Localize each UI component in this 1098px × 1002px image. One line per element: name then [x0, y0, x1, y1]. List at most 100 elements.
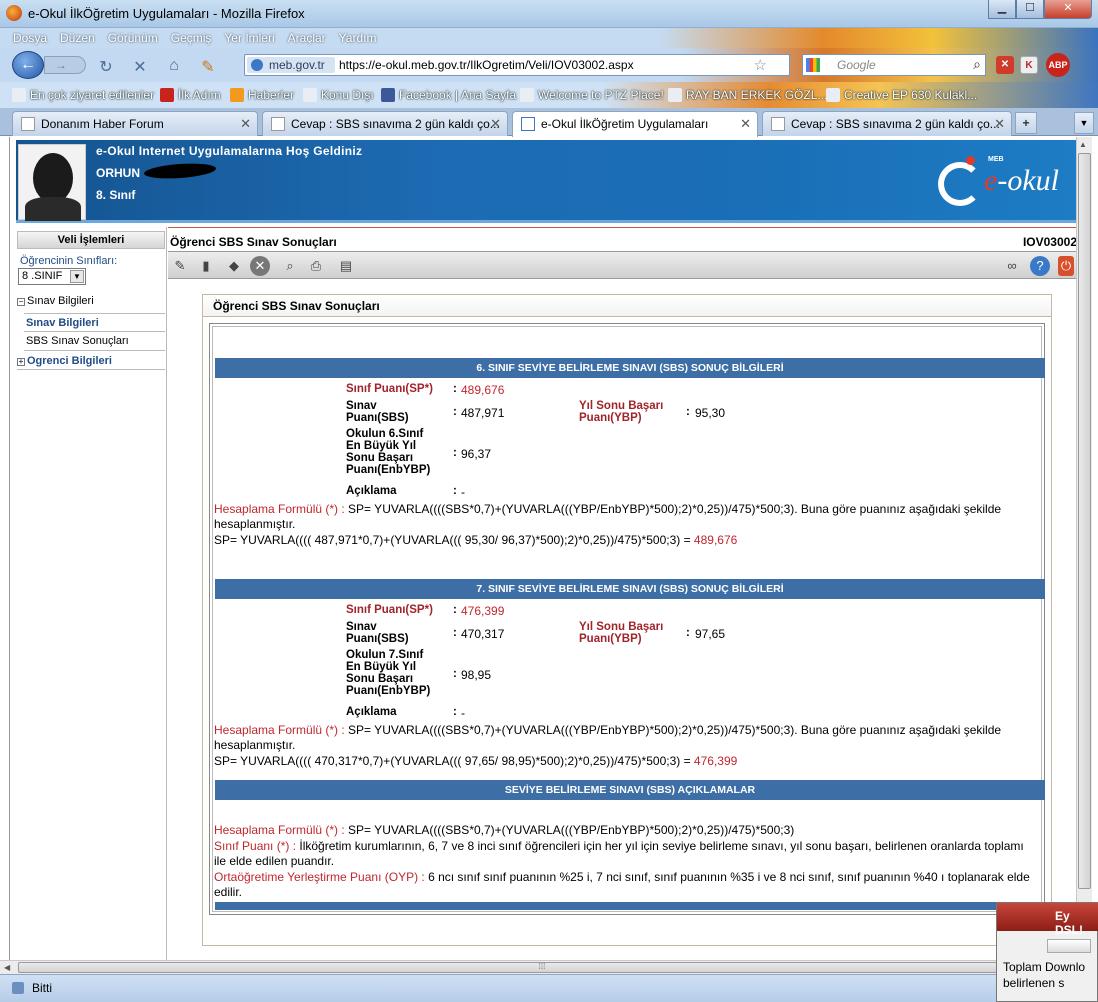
panel-inner: 6. SINIF SEVİYE BELİRLEME SINAVI (SBS) S…	[212, 326, 1045, 912]
expand-icon[interactable]: +	[17, 358, 25, 366]
maximize-button[interactable]: ☐	[1016, 0, 1044, 19]
menu-dosya[interactable]: Dosya	[13, 31, 47, 45]
horizontal-scrollbar[interactable]: ◀ ⁞⁞⁞	[0, 960, 1076, 974]
bookmark-icon	[303, 88, 317, 102]
bookmark-item[interactable]: Facebook | Ana Sayfa	[381, 88, 516, 102]
aciklama-value: -	[461, 485, 465, 499]
vertical-scroll-thumb[interactable]	[1078, 153, 1091, 889]
delete-icon[interactable]: ▮	[196, 256, 216, 276]
menu-gorunum[interactable]: Görünüm	[108, 31, 158, 45]
menu-ogrenci-bilgileri[interactable]: + Ogrenci Bilgileri	[17, 355, 165, 367]
menu-yer-imleri[interactable]: Yer İmleri	[224, 31, 274, 45]
bookmark-item[interactable]: RAY-BAN ERKEK GÖZL...	[668, 88, 827, 102]
chevron-down-icon[interactable]: ▼	[70, 270, 84, 283]
close-tab-icon[interactable]: ✕	[240, 116, 251, 132]
close-tab-icon[interactable]: ✕	[994, 116, 1005, 132]
edit-icon[interactable]: ✎	[170, 256, 190, 276]
bookmark-item[interactable]: Creative EP 630 Kulakl...	[826, 88, 977, 102]
menu-yardim[interactable]: Yardım	[339, 31, 377, 45]
menu-sinav-bilgileri[interactable]: − Sınav Bilgileri	[17, 295, 165, 307]
aciklama-label: Açıklama	[346, 485, 397, 497]
formula-text: Hesaplama Formülü (*) : SP= YUVARLA((((S…	[214, 723, 1002, 752]
tab-sbs-cevap-2[interactable]: Cevap : SBS sınavıma 2 gün kaldı ço... ✕	[762, 111, 1012, 136]
stop-icon[interactable]: ✕	[130, 57, 150, 77]
menu-araclar[interactable]: Araçlar	[288, 31, 326, 45]
site-banner: e-Okul Internet Uygulamalarına Hoş Geldi…	[16, 140, 1076, 223]
tab-favicon	[21, 117, 35, 131]
menu-gecmis[interactable]: Geçmiş	[171, 31, 212, 45]
window-title: e-Okul İlkÖğretim Uygulamaları - Mozilla…	[28, 6, 305, 21]
sbs-label: Sınav Puanı(SBS)	[346, 400, 409, 424]
notification-popup[interactable]: Ey DSL! Toplam Downlo belirlenen s	[996, 902, 1098, 1002]
sidebar-item-sbs-sonuclari[interactable]: SBS Sınav Sonuçları	[24, 332, 165, 351]
back-button[interactable]: ←	[12, 51, 44, 79]
popup-button[interactable]	[1047, 939, 1091, 953]
panel-footer-bar	[215, 902, 1045, 910]
cancel-icon[interactable]: ✕	[250, 256, 270, 276]
bookmark-item[interactable]: En çok ziyaret edilenler	[12, 88, 154, 102]
close-window-button[interactable]: ✕	[1044, 0, 1092, 19]
bookmark-star-icon[interactable]: ☆	[754, 56, 767, 74]
welcome-text: e-Okul Internet Uygulamalarına Hoş Geldi…	[96, 144, 363, 158]
bookmark-item[interactable]: Konu Dışı	[303, 88, 374, 102]
logout-icon[interactable]: ⏻	[1058, 256, 1074, 276]
class-select[interactable]: 8 .SINIF ▼	[18, 268, 86, 285]
note-oyp: Ortaöğretime Yerleştirme Puanı (OYP) : 6…	[214, 870, 1030, 899]
vertical-scrollbar[interactable]: ▲ ▼	[1076, 137, 1092, 960]
new-tab-button[interactable]: +	[1015, 112, 1037, 134]
window-titlebar[interactable]: e-Okul İlkÖğretim Uygulamaları - Mozilla…	[0, 0, 1098, 28]
menu-duzen[interactable]: Düzen	[60, 31, 95, 45]
action-toolbar: ✎ ▮ ◆ ✕ ⌕ ⎙ ▤ ∞ ? ⏻	[168, 251, 1077, 279]
home-icon[interactable]: ⌂	[164, 57, 184, 75]
student-name: ORHUN	[96, 166, 140, 180]
search-icon[interactable]: ⌕	[973, 56, 981, 73]
class-select-label: Öğrencinin Sınıfları:	[20, 255, 118, 267]
pencil-icon[interactable]: ✎	[198, 57, 218, 77]
sbs-value: 470,317	[461, 627, 505, 641]
bookmark-item[interactable]: Haberler	[230, 88, 294, 102]
tab-donanim-haber[interactable]: Donanım Haber Forum ✕	[12, 111, 258, 136]
close-tab-icon[interactable]: ✕	[490, 116, 501, 132]
clear-icon[interactable]: ◆	[224, 256, 244, 276]
forward-button[interactable]: →	[44, 56, 86, 74]
search-placeholder: Google	[837, 58, 876, 72]
popup-title: Ey DSL!	[997, 903, 1098, 937]
print-icon[interactable]: ⎙	[306, 256, 326, 276]
ybp-label: Yıl Sonu Başarı Puanı(YBP)	[579, 621, 664, 645]
bookmark-icon	[826, 88, 840, 102]
sidebar-item-sinav-bilgileri[interactable]: Sınav Bilgileri	[24, 313, 165, 332]
divider	[17, 369, 165, 370]
help-icon[interactable]: ?	[1030, 256, 1050, 276]
sidebar-header: Veli İşlemleri	[17, 231, 165, 249]
scroll-left-icon[interactable]: ◀	[4, 963, 10, 972]
sbs-label: Sınav Puanı(SBS)	[346, 621, 409, 645]
site-globe-icon	[251, 59, 263, 71]
bookmark-item[interactable]: İlk Adım	[160, 88, 221, 102]
collapse-icon[interactable]: −	[17, 298, 25, 306]
binoculars-icon[interactable]: ∞	[1002, 256, 1022, 276]
redacted-surname	[143, 161, 217, 181]
horizontal-scroll-thumb[interactable]: ⁞⁞⁞	[18, 962, 1066, 973]
student-class: 8. Sınıf	[96, 188, 136, 202]
search-box[interactable]: Google ⌕	[802, 54, 986, 76]
adblock-plus-icon[interactable]: ABP	[1046, 53, 1070, 77]
addon-k-icon[interactable]: K	[1020, 56, 1038, 74]
minimize-button[interactable]: ▁	[988, 0, 1016, 19]
scroll-up-icon[interactable]: ▲	[1079, 140, 1087, 149]
tab-e-okul[interactable]: e-Okul İlkÖğretim Uygulamaları ✕	[512, 111, 758, 137]
zoom-icon[interactable]: ⌕	[280, 256, 300, 276]
site-identity-badge[interactable]: meb.gov.tr	[247, 57, 335, 73]
popup-body: Toplam Downlo belirlenen s	[1003, 960, 1086, 990]
formula-text: Hesaplama Formülü (*) : SP= YUVARLA((((S…	[214, 502, 1002, 531]
page-code: IOV03002	[1022, 235, 1077, 249]
export-icon[interactable]: ▤	[336, 256, 356, 276]
address-bar[interactable]: meb.gov.tr https://e-okul.meb.gov.tr/Ilk…	[244, 54, 790, 76]
bookmark-item[interactable]: Welcome to PTZ Place!	[520, 88, 664, 102]
addon-flag-icon[interactable]: ✕	[996, 56, 1014, 74]
close-tab-icon[interactable]: ✕	[740, 116, 751, 132]
reload-icon[interactable]: ↻	[96, 57, 116, 77]
enbybp-value: 98,95	[461, 668, 492, 682]
tab-list-button[interactable]: ▼	[1074, 112, 1094, 134]
menu-bar: Dosya Düzen Görünüm Geçmiş Yer İmleri Araçlar…	[0, 28, 1098, 48]
tab-sbs-cevap-1[interactable]: Cevap : SBS sınavıma 2 gün kaldı ço... ✕	[262, 111, 508, 136]
